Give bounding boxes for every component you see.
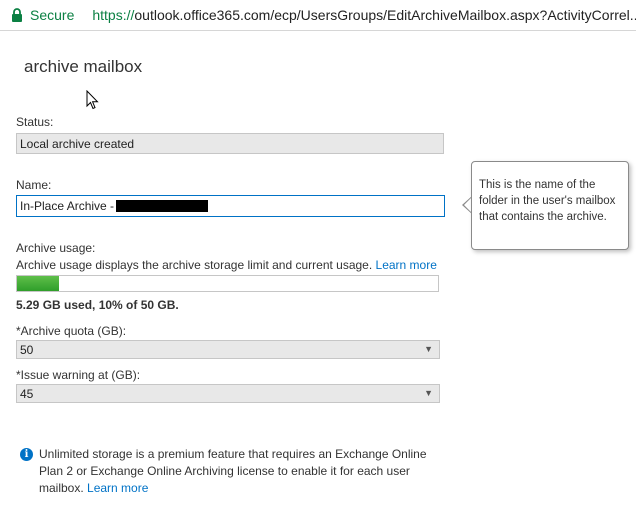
archive-mailbox-page: Secure https://outlook.office365.com/ecp…: [0, 0, 636, 532]
archive-usage-progress-fill: [17, 276, 60, 291]
redacted-block: [116, 200, 209, 212]
secure-label: Secure: [30, 7, 75, 23]
archive-quota-select[interactable]: 50 ▼: [16, 340, 440, 359]
issue-warning-label: *Issue warning at (GB):: [16, 368, 141, 382]
archive-usage-description: Archive usage displays the archive stora…: [16, 258, 437, 272]
browser-address-bar[interactable]: Secure https://outlook.office365.com/ecp…: [0, 0, 636, 31]
tooltip-text: This is the name of the folder in the us…: [479, 179, 616, 223]
url-scheme: https://: [92, 7, 135, 23]
archive-quota-value: 50: [20, 342, 34, 357]
name-label: Name:: [16, 178, 52, 192]
chevron-down-icon: ▼: [424, 388, 433, 398]
name-value: In-Place Archive -: [20, 199, 115, 213]
archive-usage-text: 5.29 GB used, 10% of 50 GB.: [16, 298, 179, 312]
archive-usage-learn-more-link[interactable]: Learn more: [376, 258, 437, 272]
status-value: Local archive created: [20, 136, 135, 151]
chevron-down-icon: ▼: [424, 344, 433, 354]
status-label: Status:: [16, 115, 54, 129]
archive-quota-label: *Archive quota (GB):: [16, 324, 127, 338]
url-rest: outlook.office365.com/ecp/UsersGroups/Ed…: [134, 7, 636, 23]
archive-usage-label: Archive usage:: [16, 241, 96, 255]
premium-info-learn-more-link[interactable]: Learn more: [87, 481, 148, 495]
archive-usage-progress-bar: [16, 275, 439, 292]
info-icon: i: [20, 448, 33, 461]
lock-icon: [11, 8, 23, 22]
name-input[interactable]: In-Place Archive -: [16, 195, 445, 217]
premium-info-text-block: Unlimited storage is a premium feature t…: [39, 446, 440, 497]
status-field: Local archive created: [16, 133, 444, 154]
url-text[interactable]: https://outlook.office365.com/ecp/UsersG…: [92, 7, 636, 23]
page-title: archive mailbox: [24, 57, 143, 76]
premium-info-note: i Unlimited storage is a premium feature…: [20, 446, 440, 497]
issue-warning-value: 45: [20, 386, 34, 401]
name-tooltip: This is the name of the folder in the us…: [471, 161, 629, 250]
mouse-cursor-icon: [86, 89, 99, 115]
issue-warning-select[interactable]: 45 ▼: [16, 384, 440, 403]
archive-usage-description-text: Archive usage displays the archive stora…: [16, 258, 373, 272]
